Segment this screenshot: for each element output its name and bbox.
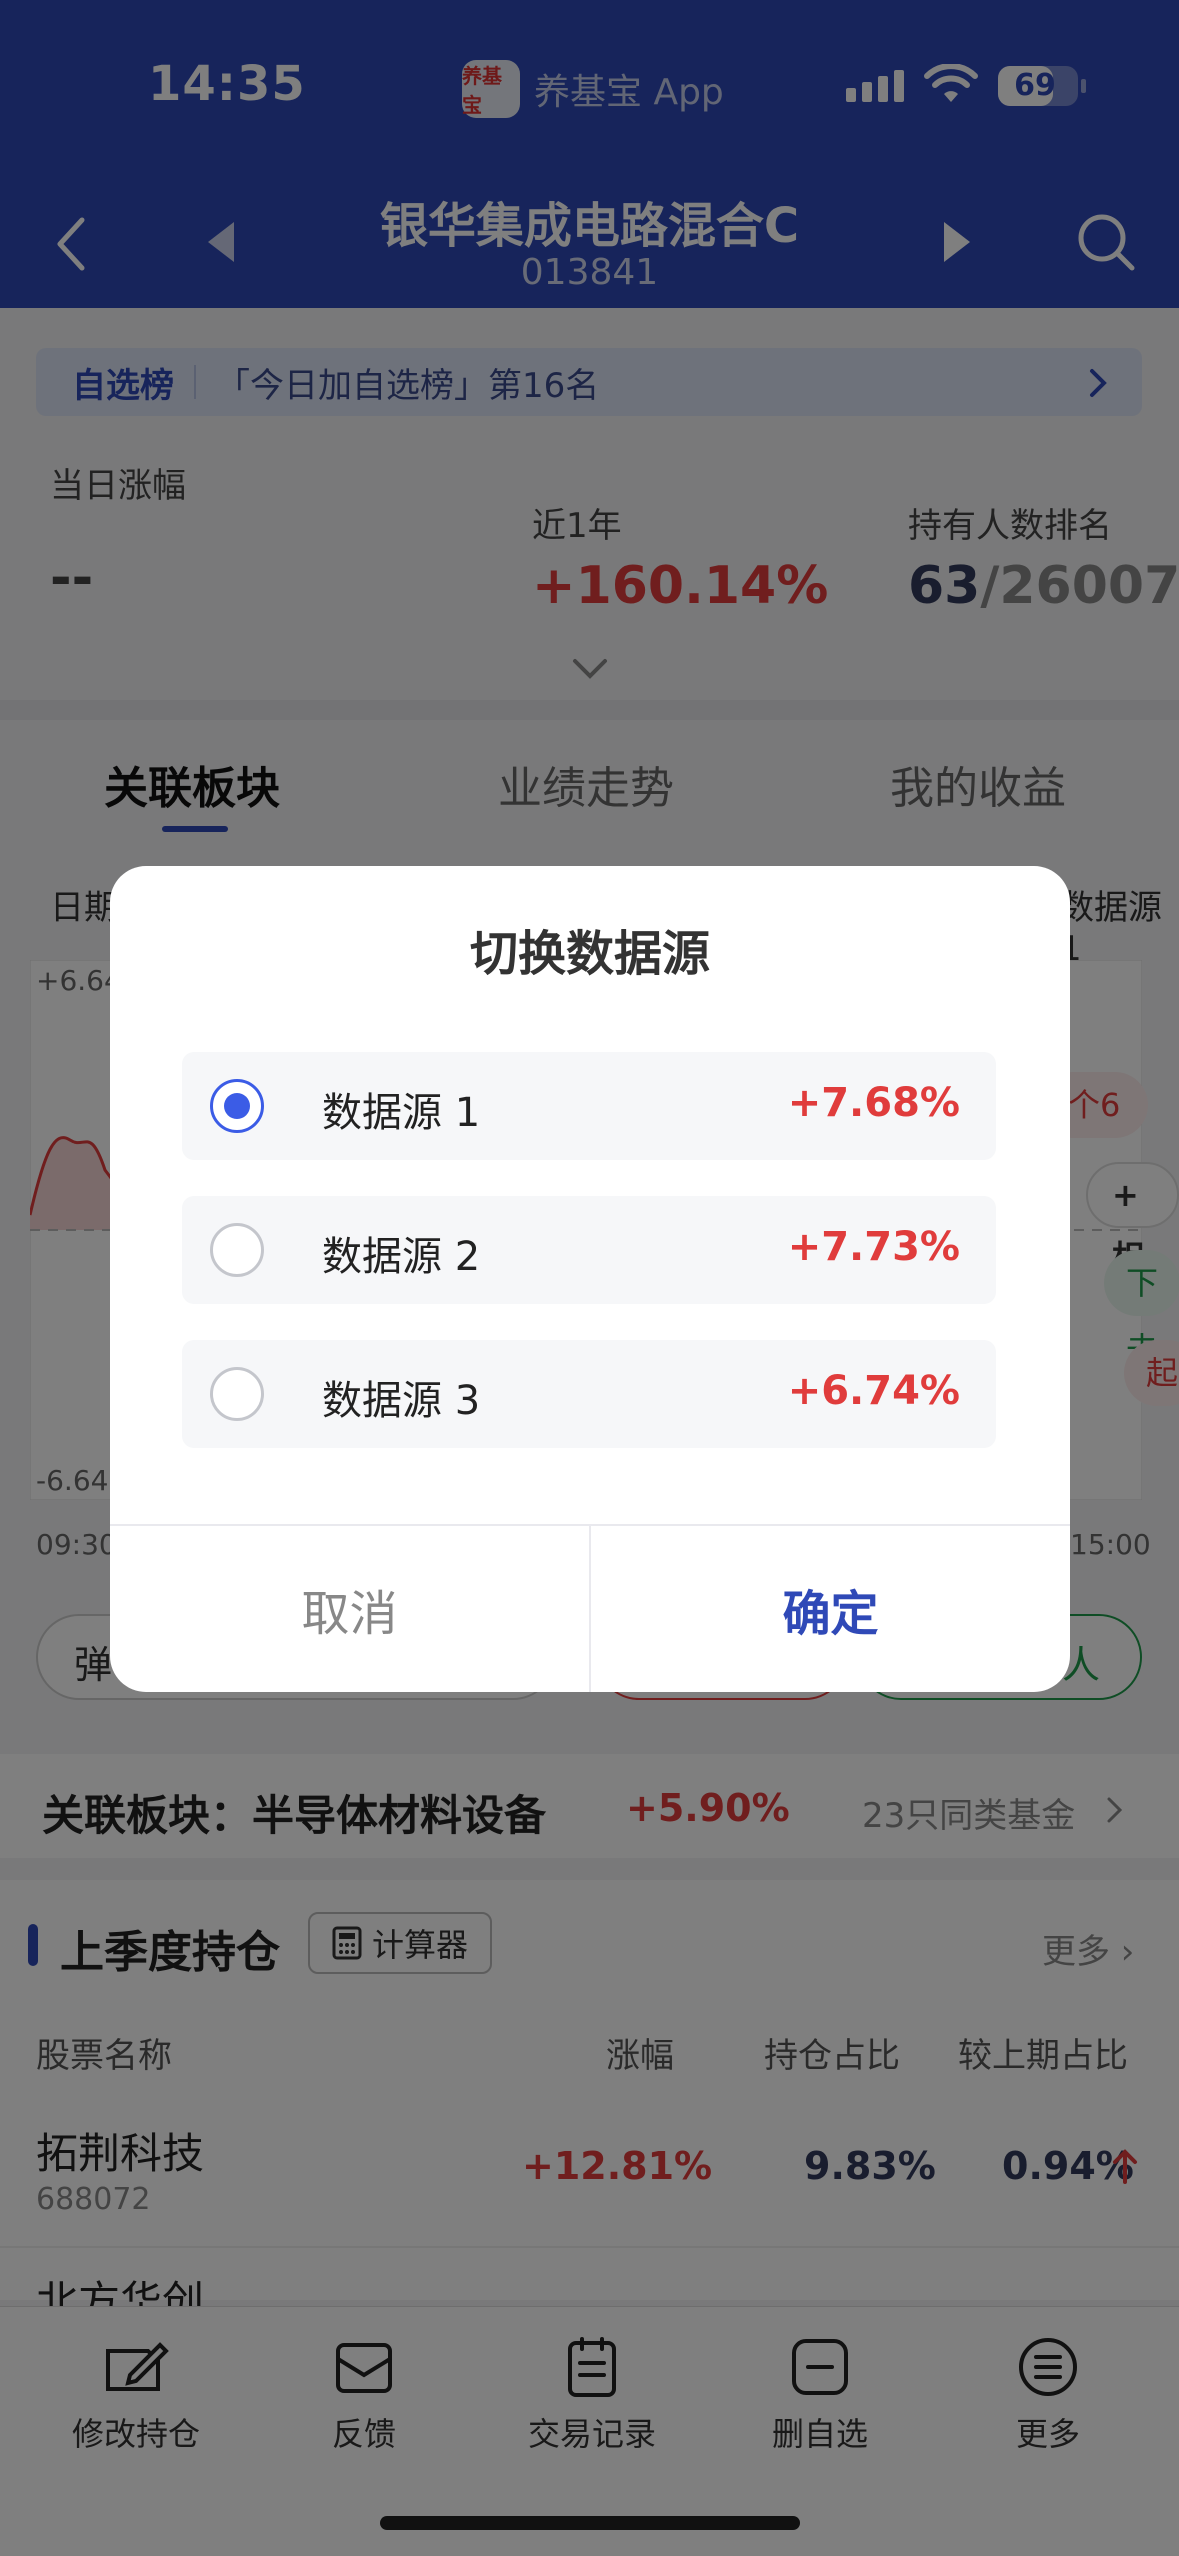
option-label: 数据源 3	[322, 1378, 481, 1424]
data-source-option-2[interactable]: 数据源 2 +7.73%	[182, 1196, 996, 1304]
home-indicator[interactable]	[380, 2516, 800, 2530]
radio-button[interactable]	[210, 1079, 264, 1133]
option-value: +7.68%	[787, 1080, 960, 1126]
option-value: +7.73%	[787, 1224, 960, 1270]
data-source-option-3[interactable]: 数据源 3 +6.74%	[182, 1340, 996, 1448]
radio-button[interactable]	[210, 1367, 264, 1421]
dialog-title: 切换数据源	[469, 926, 710, 982]
data-source-option-1[interactable]: 数据源 1 +7.68%	[182, 1052, 996, 1160]
option-value: +6.74%	[787, 1368, 960, 1414]
confirm-button[interactable]: 确定	[591, 1526, 1070, 1692]
option-label: 数据源 1	[322, 1090, 481, 1136]
option-label: 数据源 2	[322, 1234, 481, 1280]
radio-button[interactable]	[210, 1223, 264, 1277]
switch-data-source-dialog: 切换数据源 数据源 1 +7.68% 数据源 2 +7.73% 数据源 3 +6…	[110, 866, 1070, 1692]
cancel-button[interactable]: 取消	[110, 1526, 589, 1692]
